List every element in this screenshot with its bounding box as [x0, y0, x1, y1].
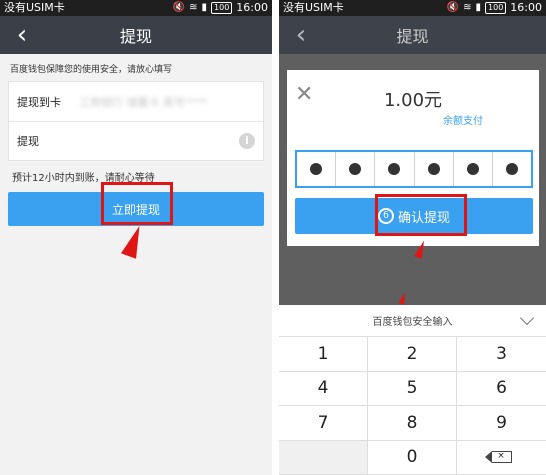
- password-dot: [505, 163, 518, 175]
- keypad-key-label: 8: [406, 412, 418, 433]
- security-notice: 百度钱包保障您的使用安全，请放心填写: [10, 65, 173, 75]
- highlight-frame: [101, 182, 173, 225]
- keypad-key-4[interactable]: 4: [279, 371, 368, 406]
- pointer-arrow-icon: [398, 291, 408, 305]
- withdraw-form: 提现到卡 工商银行 储蓄卡 尾号**** 提现 i: [8, 81, 264, 161]
- battery-icon: 100: [485, 2, 507, 14]
- delete-key[interactable]: ×: [457, 441, 546, 475]
- keypad-key-0[interactable]: 0: [368, 440, 457, 475]
- keypad-key-label: 2: [406, 343, 418, 364]
- password-dot: [349, 163, 362, 175]
- keypad-key-label: 7: [317, 412, 329, 433]
- keypad-key-7[interactable]: 7: [279, 406, 368, 441]
- battery-icon: 100: [211, 2, 233, 14]
- page-title: 提现: [119, 27, 152, 46]
- back-arrow-icon[interactable]: ‹: [289, 22, 313, 48]
- secure-keyboard: 百度钱包安全输入 1 2 3 4 5 6 7 8 9 0 ×: [279, 305, 546, 475]
- keypad-key-8[interactable]: 8: [368, 406, 457, 441]
- keyboard-header: 百度钱包安全输入: [279, 305, 546, 337]
- signal-icon: ▮: [201, 2, 208, 13]
- keypad-key-2[interactable]: 2: [368, 337, 457, 372]
- keypad-key-label: 4: [317, 378, 329, 399]
- keypad-key-3[interactable]: 3: [457, 337, 546, 372]
- amount-row[interactable]: 提现 i: [9, 121, 263, 160]
- password-input[interactable]: [295, 150, 533, 188]
- backspace-icon: ×: [484, 450, 512, 464]
- keypad-key-label: 0: [406, 447, 418, 468]
- status-bar: 没有USIM卡 🔇 ≋ ▮ 100 16:00: [0, 0, 272, 16]
- password-dot: [388, 163, 401, 175]
- keypad-key-1[interactable]: 1: [279, 337, 368, 372]
- status-bar: 没有USIM卡 🔇 ≋ ▮ 100 16:00: [279, 0, 546, 16]
- bank-card-label: 提现到卡: [17, 95, 61, 109]
- keypad-key-label: 5: [406, 378, 418, 399]
- back-arrow-icon[interactable]: ‹: [10, 22, 34, 48]
- keypad-key-6[interactable]: 6: [457, 372, 546, 406]
- title-bar: ‹ 提现: [0, 16, 272, 54]
- right-screen: 没有USIM卡 🔇 ≋ ▮ 100 16:00 ‹ 提现 ✕ 1.00元 余额支…: [279, 0, 546, 475]
- left-screen: 没有USIM卡 🔇 ≋ ▮ 100 16:00 ‹ 提现 百度钱包保障您的使用安…: [0, 0, 272, 475]
- keypad-key-9[interactable]: 9: [457, 406, 546, 441]
- keypad-key-5[interactable]: 5: [368, 371, 457, 406]
- carrier-text: 没有USIM卡: [283, 1, 344, 14]
- keypad-key-label: 1: [317, 343, 329, 364]
- pointer-arrow-icon: [121, 223, 147, 259]
- password-cell: [454, 152, 493, 186]
- password-cell: [415, 152, 454, 186]
- page-title: 提现: [396, 27, 429, 46]
- payment-method[interactable]: 余额支付: [443, 112, 483, 127]
- wifi-icon: ≋: [463, 2, 472, 13]
- password-cell: [493, 152, 531, 186]
- password-cell: [297, 152, 337, 186]
- wifi-icon: ≋: [189, 2, 198, 13]
- mute-icon: 🔇: [172, 2, 186, 13]
- carrier-text: 没有USIM卡: [4, 1, 65, 14]
- info-icon[interactable]: i: [239, 133, 255, 149]
- keypad-blank: [279, 440, 368, 475]
- highlight-frame: [375, 194, 467, 236]
- signal-icon: ▮: [475, 2, 482, 13]
- chevron-down-icon[interactable]: [519, 310, 535, 326]
- amount-label: 提现: [17, 135, 39, 148]
- password-cell: [375, 152, 415, 186]
- password-dot: [310, 163, 323, 175]
- title-bar: ‹ 提现: [279, 16, 546, 54]
- keypad-key-label: 6: [496, 378, 507, 399]
- clock: 16:00: [236, 1, 268, 14]
- bank-card-row[interactable]: 提现到卡 工商银行 储蓄卡 尾号****: [9, 82, 263, 121]
- keypad-key-label: 3: [496, 343, 507, 364]
- bank-card-value: 工商银行 储蓄卡 尾号****: [79, 95, 207, 109]
- password-cell: [336, 152, 376, 186]
- password-dot: [466, 163, 479, 175]
- password-dot: [427, 163, 440, 175]
- clock: 16:00: [510, 1, 542, 14]
- withdraw-amount: 1.00元: [383, 90, 443, 111]
- mute-icon: 🔇: [446, 2, 460, 13]
- keypad-key-label: 9: [496, 412, 507, 433]
- keypad: 1 2 3 4 5 6 7 8 9 0 ×: [279, 337, 546, 475]
- confirm-dialog: ✕ 1.00元 余额支付 б 确认提现: [287, 70, 539, 246]
- keyboard-title: 百度钱包安全输入: [372, 317, 453, 328]
